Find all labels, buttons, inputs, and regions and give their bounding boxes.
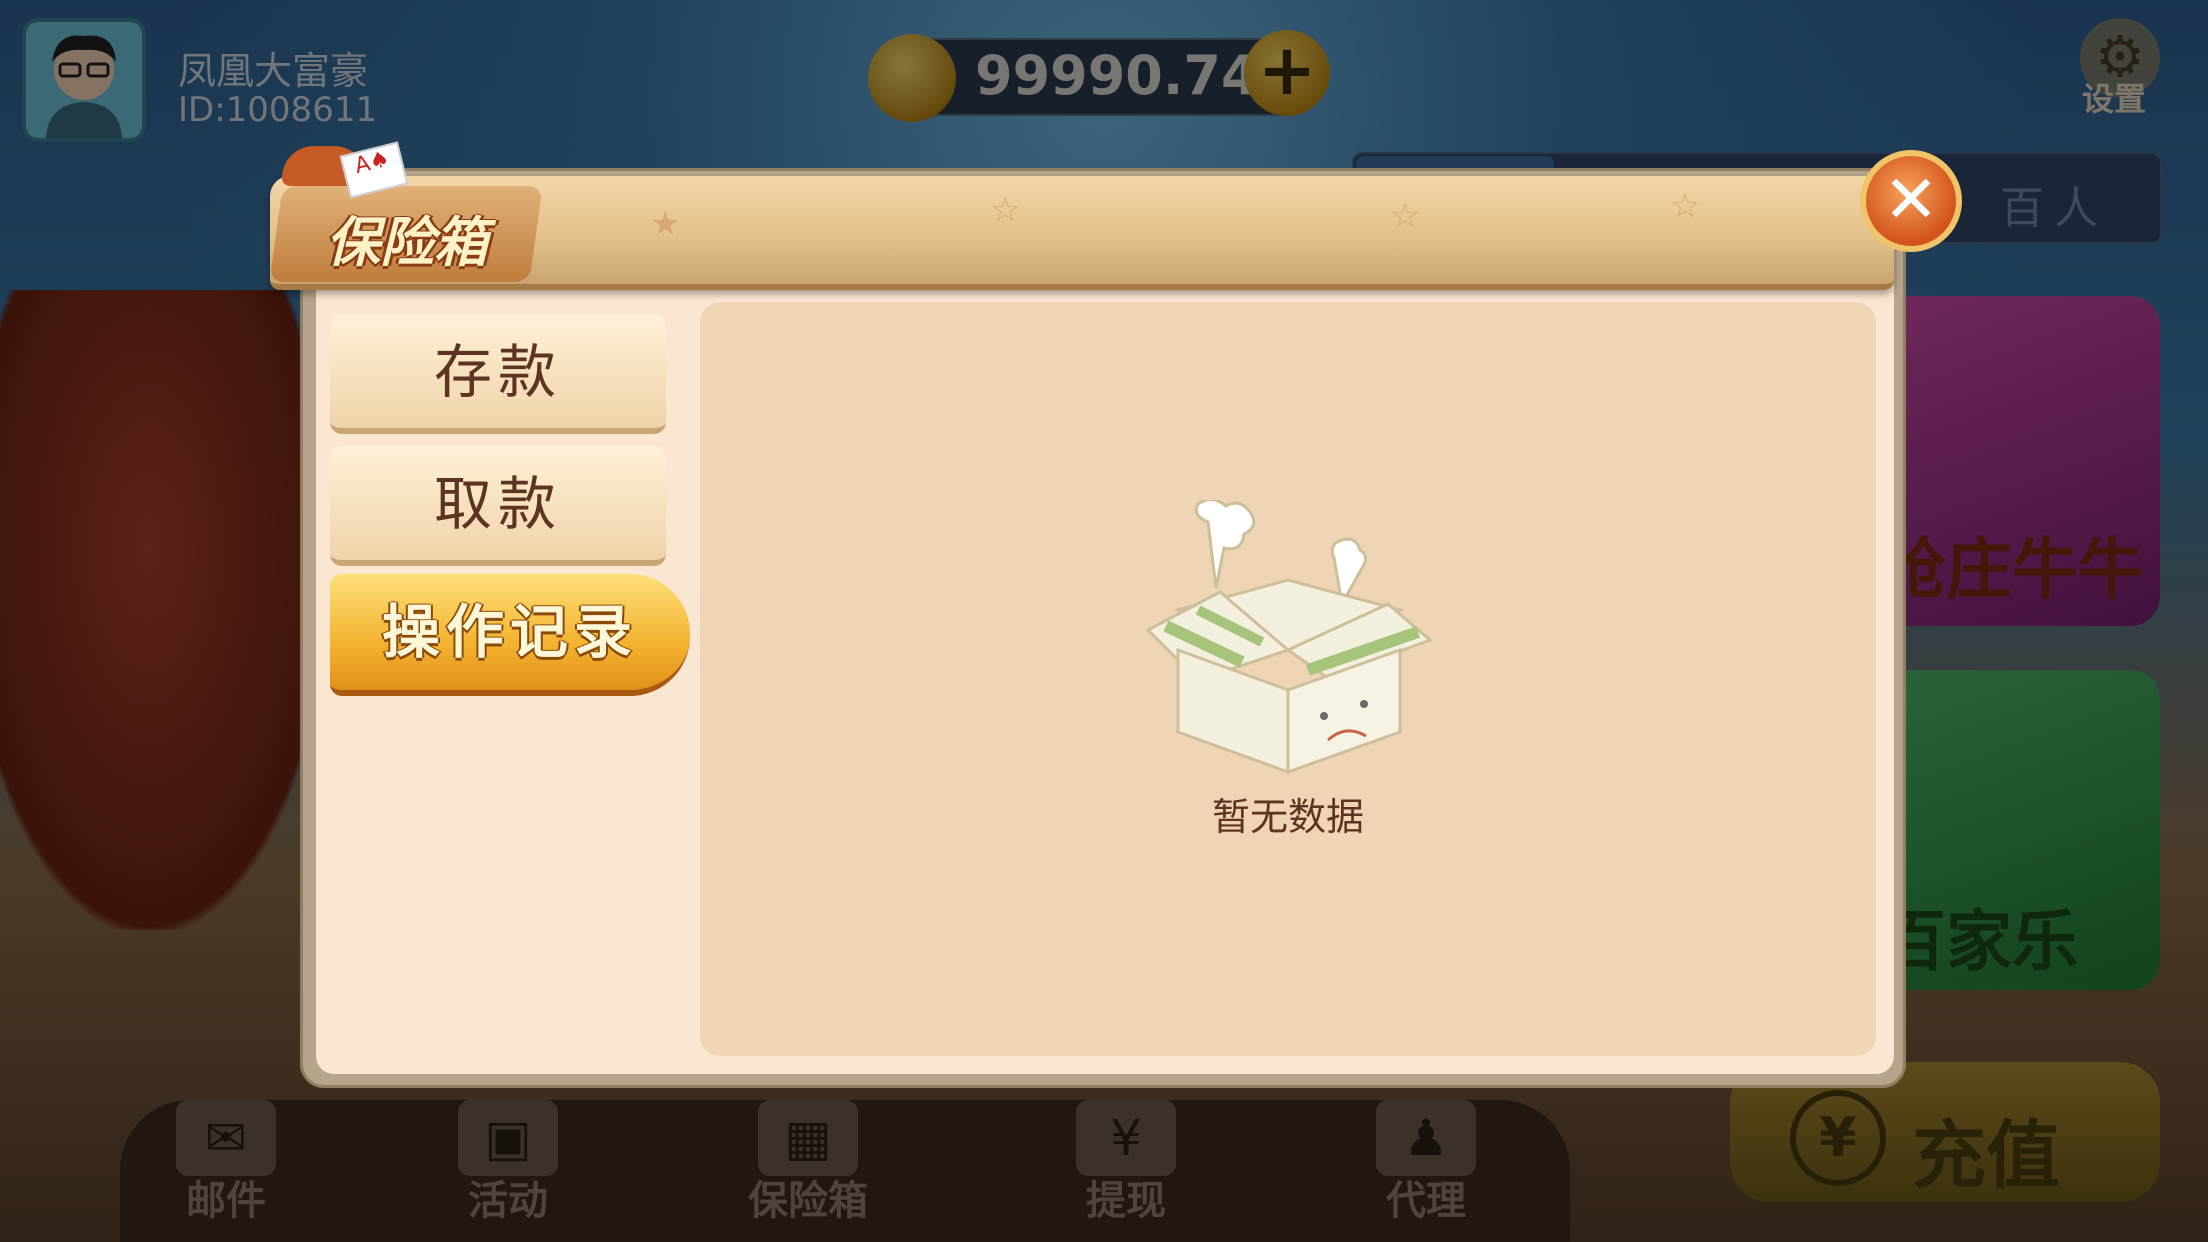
modal-title: 保险箱: [326, 211, 488, 274]
starfish-decoration: ★: [650, 204, 681, 244]
starfish-decoration: ☆: [1670, 186, 1701, 226]
tab-operation-records[interactable]: 操作记录: [330, 574, 690, 696]
starfish-decoration: ☆: [1390, 196, 1421, 236]
starfish-decoration: ☆: [990, 190, 1021, 230]
close-button[interactable]: ✕: [1860, 150, 1962, 252]
tab-withdraw[interactable]: 取款: [330, 446, 666, 566]
tab-deposit[interactable]: 存款: [330, 314, 666, 434]
empty-box-icon: [1145, 500, 1433, 775]
empty-state-text: 暂无数据: [1211, 795, 1364, 839]
